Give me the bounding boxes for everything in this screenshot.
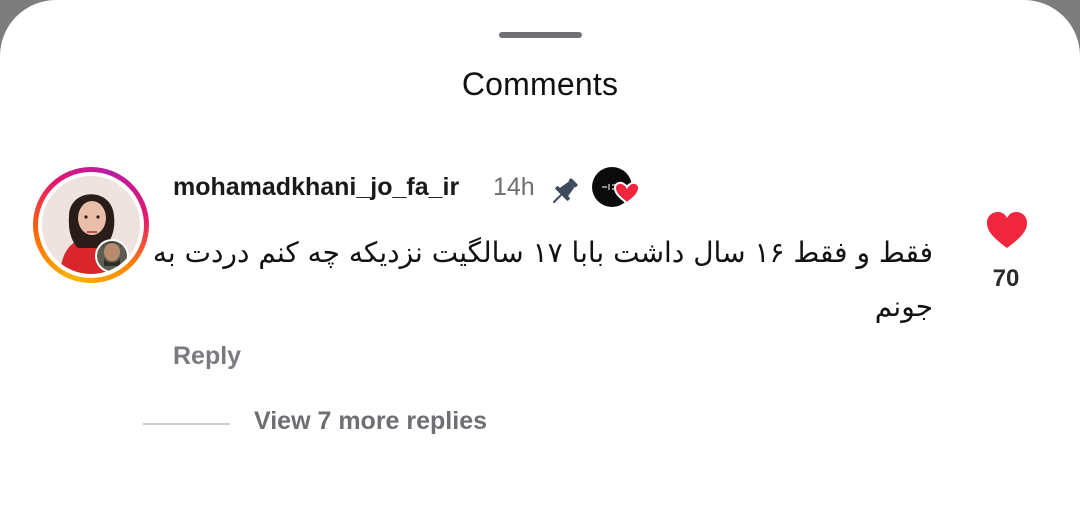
comment-text: فقط و فقط ۱۶ سال داشت بابا ۱۷ سالگیت نزد… xyxy=(152,236,933,323)
creator-liked-badge-icon xyxy=(592,167,641,207)
view-more-replies-button[interactable]: View 7 more replies xyxy=(254,407,487,436)
like-count: 70 xyxy=(992,265,1020,292)
drag-handle[interactable] xyxy=(499,32,582,38)
reply-button[interactable]: Reply xyxy=(173,342,241,371)
sheet-title: Comments xyxy=(461,66,619,102)
comment-timestamp: 14h xyxy=(493,173,535,201)
replies-divider xyxy=(143,423,230,425)
comments-sheet: Comments mohamadkhani_jo_fa_ir 14h فقط و… xyxy=(0,0,1080,520)
comment-username[interactable]: mohamadkhani_jo_fa_ir xyxy=(173,173,459,202)
pin-icon xyxy=(552,178,578,204)
heart-icon[interactable] xyxy=(985,210,1029,250)
